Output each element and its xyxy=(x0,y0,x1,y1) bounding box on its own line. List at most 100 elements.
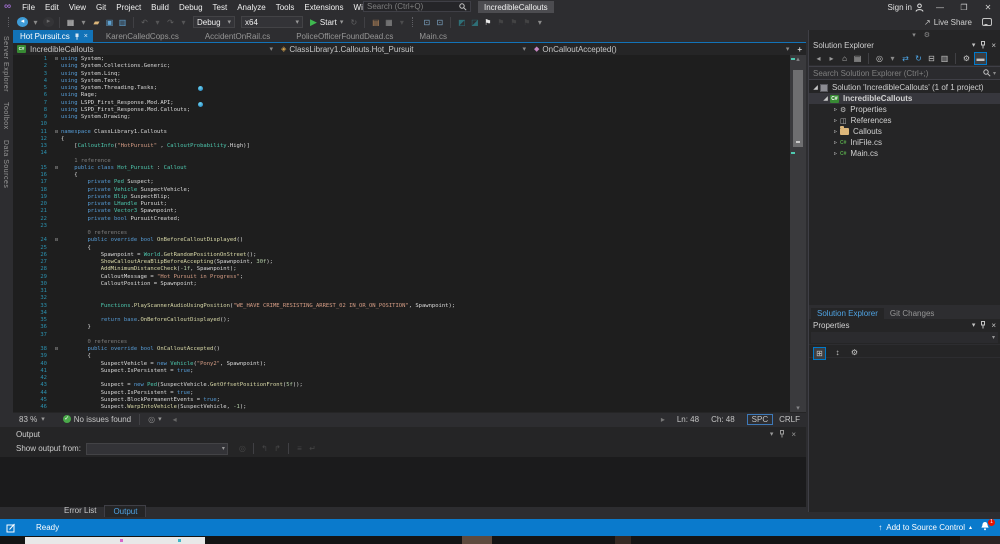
redo-dropdown-icon[interactable]: ▾ xyxy=(178,17,189,28)
code-line[interactable]: 46 Suspect.WarpIntoVehicle(SuspectVehicl… xyxy=(13,404,790,411)
expander-icon[interactable]: ▹ xyxy=(831,106,840,113)
code-line[interactable]: 3using System.Linq; xyxy=(13,71,790,78)
toolbar-overflow-icon[interactable]: ▾ xyxy=(534,17,545,28)
find-message-icon[interactable]: ◎ xyxy=(237,443,248,454)
codelens-row[interactable]: 0 references xyxy=(13,339,790,346)
space-mode-indicator[interactable]: SPC xyxy=(747,414,773,425)
code-line[interactable]: 1⊟using System; xyxy=(13,56,790,63)
tree-item[interactable]: ◢C#IncredibleCallouts xyxy=(809,93,1000,104)
alphabetical-icon[interactable]: ↕ xyxy=(832,347,843,358)
capture-icon[interactable]: ▦ xyxy=(383,17,394,28)
goto-prev-message-icon[interactable]: ↰ xyxy=(259,443,270,454)
tab-main[interactable]: Main.cs xyxy=(406,30,460,42)
outline-collapse-icon[interactable]: ⊟ xyxy=(52,165,61,172)
prev-change-icon[interactable]: ◂ xyxy=(165,415,177,424)
line-indicator[interactable]: Ln: 48 xyxy=(665,415,711,424)
code-line[interactable]: 20 private LHandle Pursuit; xyxy=(13,201,790,208)
member-dropdown[interactable]: ◆ OnCalloutAccepted() ▾ xyxy=(530,43,793,55)
code-line[interactable]: 12{ xyxy=(13,136,790,143)
code-line[interactable]: 24⊟ public override bool OnBeforeCallout… xyxy=(13,237,790,244)
type-dropdown[interactable]: ◈ ClassLibrary1.Callouts.Hot_Pursuit ▾ xyxy=(277,43,530,55)
project-dropdown[interactable]: C# IncredibleCallouts ▾ xyxy=(13,43,277,55)
menu-git[interactable]: Git xyxy=(91,3,111,12)
undo-dropdown-icon[interactable]: ▾ xyxy=(152,17,163,28)
notifications-button[interactable]: 1 xyxy=(980,521,990,534)
breakpoint-window-icon[interactable]: ⊡ xyxy=(421,17,432,28)
code-line[interactable]: 26 Spawnpoint = World.GetRandomPositionO… xyxy=(13,252,790,259)
outline-collapse-icon[interactable]: ⊟ xyxy=(52,56,61,63)
solution-configuration-select[interactable]: Debug▾ xyxy=(193,16,235,28)
menu-build[interactable]: Build xyxy=(146,3,174,12)
nav-back-icon[interactable]: ◂ xyxy=(17,17,28,27)
save-icon[interactable]: ▣ xyxy=(104,17,115,28)
menu-file[interactable]: File xyxy=(17,3,40,12)
quick-search-input[interactable]: Search (Ctrl+Q) xyxy=(363,1,471,12)
toolbox-tab[interactable]: Toolbox xyxy=(2,102,9,130)
goto-next-message-icon[interactable]: ↱ xyxy=(272,443,283,454)
clear-all-icon[interactable]: ≡ xyxy=(294,443,305,454)
switch-views-icon[interactable]: ▤ xyxy=(852,53,863,64)
prev-bookmark-icon[interactable]: ⚑ xyxy=(495,17,506,28)
new-project-dropdown-icon[interactable]: ▾ xyxy=(78,17,89,28)
code-line[interactable]: 39 { xyxy=(13,353,790,360)
tab-accidentonrail[interactable]: AccidentOnRail.cs xyxy=(192,30,283,42)
issues-status[interactable]: No issues found xyxy=(74,415,131,424)
tree-item[interactable]: ◢Solution 'IncredibleCallouts' (1 of 1 p… xyxy=(809,82,1000,93)
panel-menu-icon[interactable]: ▾ xyxy=(770,430,774,439)
close-button[interactable]: ✕ xyxy=(980,3,996,12)
pin-icon[interactable] xyxy=(74,33,80,40)
output-source-select[interactable]: ▾ xyxy=(86,443,228,455)
tab-git-changes[interactable]: Git Changes xyxy=(884,308,940,319)
code-line[interactable]: 43 Suspect = new Ped(SuspectVehicle.GetO… xyxy=(13,382,790,389)
code-line[interactable]: 2using System.Collections.Generic; xyxy=(13,63,790,70)
refresh-icon[interactable]: ↻ xyxy=(913,53,924,64)
package-icon[interactable]: ▤ xyxy=(370,17,381,28)
expander-icon[interactable]: ▹ xyxy=(831,139,840,146)
menu-extensions[interactable]: Extensions xyxy=(299,3,348,12)
code-line[interactable]: 10 xyxy=(13,121,790,128)
code-line[interactable]: 13 [CalloutInfo("HotPursuit" , CalloutPr… xyxy=(13,143,790,150)
code-cleanup-icon[interactable]: ◎ xyxy=(148,415,155,424)
scrollbar-thumb[interactable] xyxy=(793,70,803,147)
sign-in-button[interactable]: Sign in xyxy=(888,3,924,12)
expander-icon[interactable]: ▹ xyxy=(831,150,840,157)
code-line[interactable]: 35 return base.OnBeforeCalloutDisplayed(… xyxy=(13,317,790,324)
code-line[interactable]: 6using Rage; xyxy=(13,92,790,99)
code-line[interactable]: 37 xyxy=(13,332,790,339)
panel-dropdown-icon[interactable]: ▾ xyxy=(912,31,916,39)
hot-reload-icon[interactable]: ↻ xyxy=(348,17,359,28)
tree-item[interactable]: ▹C#IniFile.cs xyxy=(809,137,1000,148)
column-indicator[interactable]: Ch: 48 xyxy=(711,415,743,424)
code-line[interactable]: 42 xyxy=(13,375,790,382)
close-panel-icon[interactable]: × xyxy=(791,430,796,439)
code-line[interactable]: 4using System.Text; xyxy=(13,78,790,85)
code-line[interactable]: 27 ShowCalloutAreaBlipBeforeAccepting(Sp… xyxy=(13,259,790,266)
word-wrap-icon[interactable]: ↵ xyxy=(307,443,318,454)
code-line[interactable]: 36 } xyxy=(13,324,790,331)
nav-back-dropdown-icon[interactable]: ▾ xyxy=(30,17,41,28)
code-line[interactable]: 34 xyxy=(13,310,790,317)
code-line[interactable]: 44 Suspect.IsPersistent = true; xyxy=(13,390,790,397)
undo-icon[interactable]: ↶ xyxy=(139,17,150,28)
collapse-all-icon[interactable]: ⊟ xyxy=(926,53,937,64)
code-line[interactable]: 7using LSPD_First_Response.Mod.API; xyxy=(13,100,790,107)
background-tasks-icon[interactable] xyxy=(6,523,16,533)
pin-icon[interactable] xyxy=(980,41,986,49)
expander-icon[interactable]: ▹ xyxy=(831,117,840,124)
redo-icon[interactable]: ↷ xyxy=(165,17,176,28)
panel-menu-icon[interactable]: ▾ xyxy=(972,321,976,330)
gear-icon[interactable]: ⚙ xyxy=(924,31,930,39)
close-panel-icon[interactable]: × xyxy=(991,41,996,50)
expander-icon[interactable]: ◢ xyxy=(821,95,830,102)
se-back-icon[interactable]: ◂ xyxy=(813,53,824,64)
expander-icon[interactable]: ▹ xyxy=(831,128,840,135)
codelens-row[interactable]: 1 reference xyxy=(13,158,790,165)
split-window-icon[interactable]: + xyxy=(793,45,806,54)
code-line[interactable]: 32 xyxy=(13,295,790,302)
outline-collapse-icon[interactable]: ⊟ xyxy=(52,346,61,353)
code-line[interactable]: 38⊟ public override bool OnCalloutAccept… xyxy=(13,346,790,353)
capture-dropdown-icon[interactable]: ▾ xyxy=(396,17,407,28)
tree-item[interactable]: ▹Callouts xyxy=(809,126,1000,137)
save-all-icon[interactable]: ▥ xyxy=(117,17,128,28)
expander-icon[interactable]: ◢ xyxy=(811,84,820,91)
